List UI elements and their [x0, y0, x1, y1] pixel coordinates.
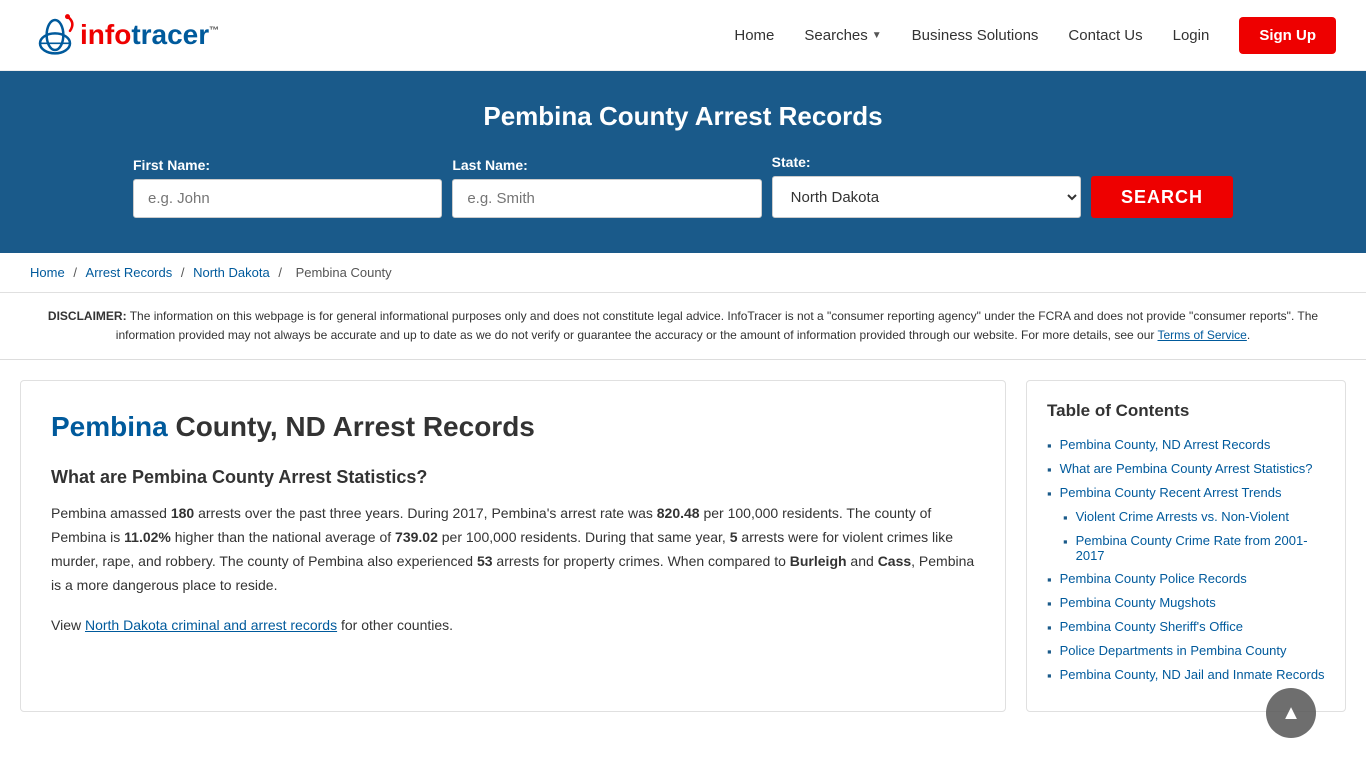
- stats-heading: What are Pembina County Arrest Statistic…: [51, 467, 975, 488]
- main-content: Pembina County, ND Arrest Records What a…: [20, 380, 1006, 712]
- terms-of-service-link[interactable]: Terms of Service: [1158, 328, 1247, 342]
- breadcrumb-north-dakota[interactable]: North Dakota: [193, 265, 270, 280]
- main-title-highlight: Pembina: [51, 411, 168, 442]
- toc-link[interactable]: Pembina County Crime Rate from 2001-2017: [1076, 533, 1325, 563]
- breadcrumb-arrest-records[interactable]: Arrest Records: [86, 265, 173, 280]
- search-button[interactable]: SEARCH: [1091, 176, 1233, 218]
- stats-paragraph: Pembina amassed 180 arrests over the pas…: [51, 502, 975, 597]
- logo[interactable]: infotracer™: [30, 10, 219, 60]
- hero-section: Pembina County Arrest Records First Name…: [0, 71, 1366, 253]
- para-bold8: Cass: [878, 553, 911, 569]
- toc-item: Pembina County, ND Jail and Inmate Recor…: [1047, 667, 1325, 683]
- search-form: First Name: Last Name: State: AlabamaAla…: [133, 154, 1233, 218]
- first-name-group: First Name:: [133, 157, 442, 218]
- site-header: infotracer™ Home Searches ▼ Business Sol…: [0, 0, 1366, 71]
- logo-tracer-text: tracer: [131, 19, 209, 50]
- searches-caret-icon: ▼: [872, 30, 882, 41]
- toc-item: Pembina County Mugshots: [1047, 595, 1325, 611]
- toc-item: Pembina County Police Records: [1047, 571, 1325, 587]
- sidebar: Table of Contents Pembina County, ND Arr…: [1026, 380, 1346, 712]
- toc-link[interactable]: Pembina County Mugshots: [1060, 595, 1216, 610]
- main-title: Pembina County, ND Arrest Records: [51, 411, 975, 443]
- last-name-input[interactable]: [452, 179, 761, 218]
- view-link[interactable]: North Dakota criminal and arrest records: [85, 617, 337, 633]
- toc-title: Table of Contents: [1047, 401, 1325, 421]
- state-group: State: AlabamaAlaskaArizonaArkansasCalif…: [772, 154, 1081, 218]
- main-title-rest: County, ND Arrest Records: [168, 411, 535, 442]
- disclaimer-text: The information on this webpage is for g…: [116, 309, 1318, 342]
- para-bold4: 739.02: [395, 529, 438, 545]
- view-pre: View: [51, 617, 85, 633]
- breadcrumb-current: Pembina County: [296, 265, 392, 280]
- breadcrumb-home[interactable]: Home: [30, 265, 65, 280]
- content-wrapper: Pembina County, ND Arrest Records What a…: [0, 360, 1366, 732]
- toc-link[interactable]: What are Pembina County Arrest Statistic…: [1060, 461, 1313, 476]
- toc-link[interactable]: Pembina County Recent Arrest Trends: [1060, 485, 1282, 500]
- breadcrumb-sep2: /: [181, 265, 188, 280]
- toc-item: Violent Crime Arrests vs. Non-Violent: [1047, 509, 1325, 525]
- disclaimer-bar: DISCLAIMER: The information on this webp…: [0, 293, 1366, 360]
- nav-searches[interactable]: Searches ▼: [804, 27, 881, 44]
- para-mid4: per 100,000 residents. During that same …: [438, 529, 730, 545]
- toc-item: Pembina County Sheriff's Office: [1047, 619, 1325, 635]
- view-other-paragraph: View North Dakota criminal and arrest re…: [51, 614, 975, 638]
- last-name-group: Last Name:: [452, 157, 761, 218]
- nav-home[interactable]: Home: [734, 27, 774, 44]
- state-select[interactable]: AlabamaAlaskaArizonaArkansasCaliforniaCo…: [772, 176, 1081, 218]
- toc-item: Pembina County, ND Arrest Records: [1047, 437, 1325, 453]
- nav-signup[interactable]: Sign Up: [1239, 17, 1336, 54]
- toc-link[interactable]: Pembina County Sheriff's Office: [1060, 619, 1243, 634]
- nav-login[interactable]: Login: [1173, 27, 1210, 44]
- toc-link[interactable]: Pembina County, ND Arrest Records: [1060, 437, 1271, 452]
- para-bold5: 5: [730, 529, 738, 545]
- breadcrumb-sep1: /: [73, 265, 80, 280]
- toc-link[interactable]: Police Departments in Pembina County: [1060, 643, 1287, 658]
- toc-item: What are Pembina County Arrest Statistic…: [1047, 461, 1325, 477]
- para-bold3: 11.02%: [124, 529, 171, 545]
- breadcrumb-sep3: /: [278, 265, 285, 280]
- para-mid3: higher than the national average of: [171, 529, 395, 545]
- toc-link[interactable]: Pembina County Police Records: [1060, 571, 1247, 586]
- disclaimer-period: .: [1247, 328, 1250, 342]
- nav-contact-us[interactable]: Contact Us: [1068, 27, 1142, 44]
- view-post: for other counties.: [337, 617, 453, 633]
- logo-info-text: info: [80, 19, 131, 50]
- nav-business-solutions[interactable]: Business Solutions: [912, 27, 1039, 44]
- scroll-to-top-button[interactable]: ▲: [1266, 688, 1316, 738]
- main-nav: Home Searches ▼ Business Solutions Conta…: [734, 17, 1336, 54]
- state-label: State:: [772, 154, 1081, 170]
- toc-item: Pembina County Recent Arrest Trends: [1047, 485, 1325, 501]
- toc-item: Police Departments in Pembina County: [1047, 643, 1325, 659]
- hero-title: Pembina County Arrest Records: [20, 101, 1346, 132]
- toc-list: Pembina County, ND Arrest Records What ar…: [1047, 437, 1325, 683]
- toc-link[interactable]: Pembina County, ND Jail and Inmate Recor…: [1060, 667, 1325, 682]
- para-mid6: arrests for property crimes. When compar…: [493, 553, 790, 569]
- para-bold1: 180: [171, 505, 194, 521]
- first-name-input[interactable]: [133, 179, 442, 218]
- para-bold6: 53: [477, 553, 493, 569]
- disclaimer-label: DISCLAIMER:: [48, 309, 127, 323]
- para-bold2: 820.48: [657, 505, 700, 521]
- para-pre1: Pembina amassed: [51, 505, 171, 521]
- para-bold7: Burleigh: [790, 553, 847, 569]
- para-mid1: arrests over the past three years. Durin…: [194, 505, 657, 521]
- toc-link[interactable]: Violent Crime Arrests vs. Non-Violent: [1076, 509, 1289, 524]
- logo-tm: ™: [209, 26, 219, 37]
- toc-box: Table of Contents Pembina County, ND Arr…: [1026, 380, 1346, 712]
- scroll-top-icon: ▲: [1281, 702, 1301, 725]
- logo-icon: [30, 10, 80, 60]
- toc-item: Pembina County Crime Rate from 2001-2017: [1047, 533, 1325, 563]
- last-name-label: Last Name:: [452, 157, 761, 173]
- para-mid7: and: [847, 553, 878, 569]
- first-name-label: First Name:: [133, 157, 442, 173]
- breadcrumb: Home / Arrest Records / North Dakota / P…: [0, 253, 1366, 293]
